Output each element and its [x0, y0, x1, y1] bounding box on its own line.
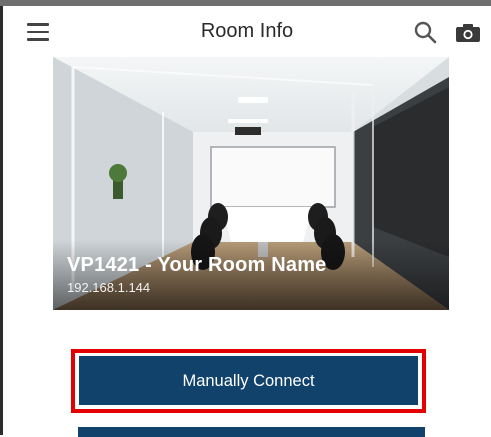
room-name: VP1421 - Your Room Name: [67, 254, 327, 276]
secondary-button[interactable]: [78, 427, 425, 437]
search-icon[interactable]: [413, 20, 437, 44]
camera-icon[interactable]: [455, 23, 481, 43]
room-card[interactable]: VP1421 - Your Room Name 192.168.1.144: [53, 57, 449, 310]
room-ip-address: 192.168.1.144: [67, 280, 151, 295]
left-edge-bar: [0, 6, 3, 435]
manually-connect-button[interactable]: Manually Connect: [79, 356, 418, 405]
app-header: Room Info: [3, 6, 491, 56]
